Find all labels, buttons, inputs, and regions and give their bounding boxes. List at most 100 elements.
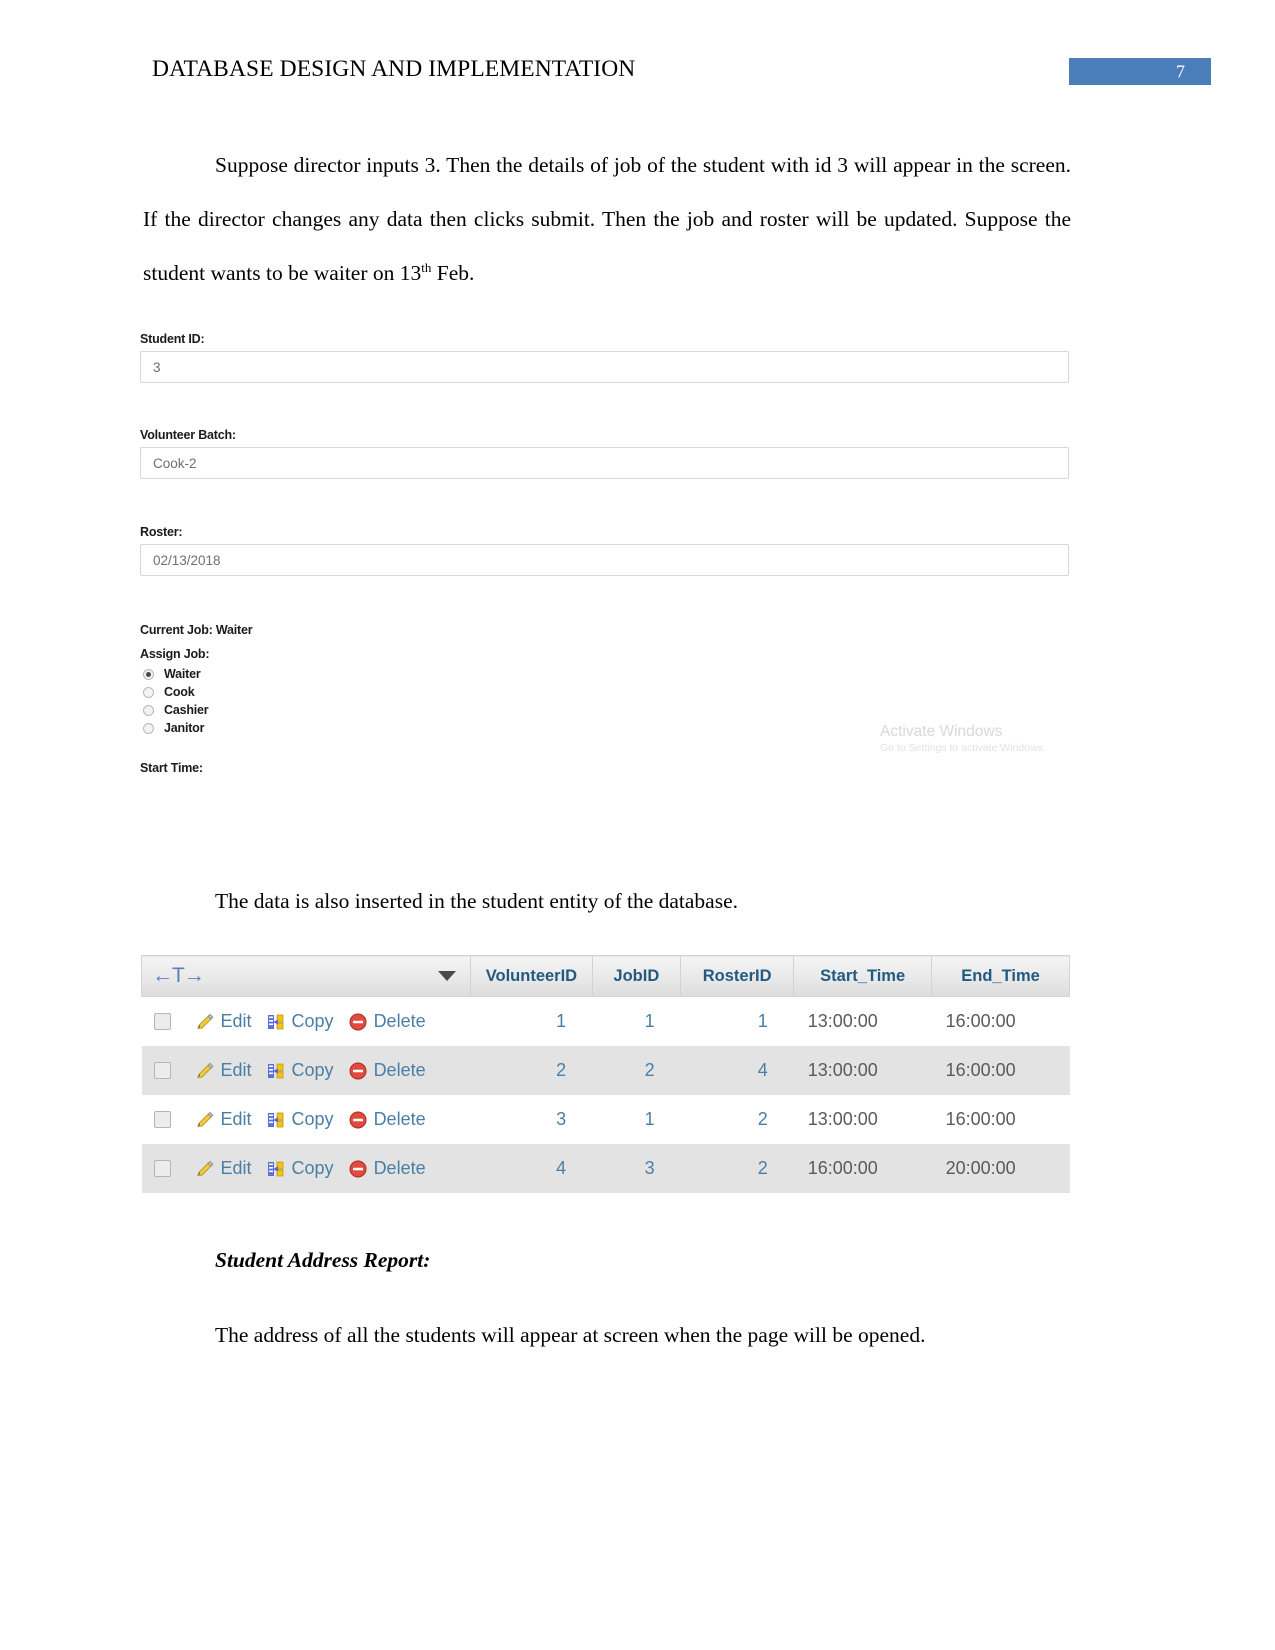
assign-job-radio-group: Waiter Cook Cashier Janitor [140,665,209,737]
volunteer-batch-input[interactable] [140,447,1069,479]
radio-label: Cashier [164,703,209,717]
radio-option-janitor[interactable]: Janitor [140,719,208,737]
delete-label: Delete [373,1011,426,1031]
edit-label: Edit [220,1158,252,1178]
copy-label: Copy [291,1109,334,1129]
delete-link[interactable]: Delete [348,1109,426,1130]
cell-end-time: 16:00:00 [931,996,1070,1046]
delete-icon [348,1159,368,1179]
delete-icon [348,1012,368,1032]
row-actions-cell: Edit Copy Delete [141,1046,471,1095]
row-actions-cell: Edit Copy Delete [141,1144,471,1193]
header-title: DATABASE DESIGN AND IMPLEMENTATION [152,56,636,82]
copy-label: Copy [291,1158,334,1178]
volunteer-batch-field-group: Volunteer Batch: [140,428,1071,479]
row-select-checkbox[interactable] [153,1062,171,1079]
address-note-paragraph: The address of all the students will app… [215,1323,926,1347]
intro-text-part1: Suppose director inputs 3. Then the deta… [143,153,1071,285]
student-id-input[interactable] [140,351,1069,383]
radio-option-cook[interactable]: Cook [140,683,208,701]
page-number: 7 [1176,61,1185,81]
table-header-row: ←T→ VolunteerID JobID RosterID Start_Tim… [140,955,1070,997]
edit-link[interactable]: Edit [195,1158,252,1179]
cell-volunteerid: 2 [470,1046,593,1095]
column-header-actions[interactable]: ←T→ [140,955,472,997]
row-select-checkbox[interactable] [153,1013,171,1030]
copy-icon [266,1061,286,1081]
navigation-arrows-icon[interactable]: ←T→ [152,964,205,987]
cell-jobid: 1 [592,1095,681,1144]
cell-volunteerid: 4 [470,1144,593,1193]
cell-start-time: 13:00:00 [793,1046,932,1095]
copy-icon [266,1159,286,1179]
column-header-jobid[interactable]: JobID [591,955,682,997]
cell-volunteerid: 1 [470,996,593,1046]
intro-paragraph: Suppose director inputs 3. Then the deta… [143,138,1071,300]
radio-icon[interactable] [143,704,154,716]
column-header-start-time[interactable]: Start_Time [793,955,933,997]
cell-rosterid: 1 [680,996,794,1046]
document-header: DATABASE DESIGN AND IMPLEMENTATION [152,52,1211,86]
pencil-icon [195,1061,215,1081]
cell-volunteerid: 3 [470,1095,593,1144]
page-number-badge: 7 [1069,58,1211,85]
column-header-rosterid[interactable]: RosterID [680,955,795,997]
copy-link[interactable]: Copy [266,1060,334,1081]
radio-icon[interactable] [143,668,154,680]
cell-start-time: 13:00:00 [793,996,932,1046]
delete-label: Delete [373,1158,426,1178]
column-header-end-time[interactable]: End_Time [931,955,1070,997]
copy-link[interactable]: Copy [266,1109,334,1130]
delete-link[interactable]: Delete [348,1060,426,1081]
cell-end-time: 16:00:00 [931,1046,1070,1095]
radio-label: Janitor [164,721,205,735]
edit-link[interactable]: Edit [195,1109,252,1130]
row-select-checkbox[interactable] [153,1111,171,1128]
copy-link[interactable]: Copy [266,1158,334,1179]
row-select-checkbox[interactable] [153,1160,171,1177]
delete-label: Delete [373,1109,426,1129]
edit-link[interactable]: Edit [195,1011,252,1032]
row-actions-cell: Edit Copy Delete [141,1095,471,1144]
table-row: Edit Copy Delete [141,1144,1070,1193]
cell-start-time: 16:00:00 [793,1144,932,1193]
table-row: Edit Copy Delete [141,1095,1070,1144]
radio-icon[interactable] [143,686,154,698]
volunteer-batch-label: Volunteer Batch: [140,428,236,442]
pencil-icon [195,1110,215,1130]
cell-end-time: 16:00:00 [931,1095,1070,1144]
radio-option-cashier[interactable]: Cashier [140,701,209,719]
cell-rosterid: 2 [680,1095,794,1144]
student-address-report-heading: Student Address Report: [215,1248,431,1272]
roster-input[interactable] [140,544,1069,576]
student-id-field-group: Student ID: [140,332,1071,383]
job-assignment-form: Student ID: Volunteer Batch: Roster: Cur… [140,326,1071,786]
column-header-volunteerid[interactable]: VolunteerID [470,955,593,997]
cell-jobid: 2 [592,1046,681,1095]
delete-icon [348,1061,368,1081]
intro-text-part2: Feb. [431,261,475,285]
assign-job-label: Assign Job: [140,647,210,661]
edit-label: Edit [220,1109,252,1129]
row-actions-cell: Edit Copy Delete [141,996,471,1046]
edit-label: Edit [220,1011,252,1031]
watermark-title: Activate Windows [880,723,1003,740]
table-body: Edit Copy Delete 1 1 1 13:00:00 16:00:00… [141,996,1070,1193]
phpmyadmin-results-table: ←T→ VolunteerID JobID RosterID Start_Tim… [140,955,1070,1193]
radio-option-waiter[interactable]: Waiter [140,665,208,683]
edit-link[interactable]: Edit [195,1060,252,1081]
activate-windows-watermark: Activate Windows Go to Settings to activ… [880,723,1046,755]
delete-icon [348,1110,368,1130]
delete-link[interactable]: Delete [348,1158,426,1179]
copy-label: Copy [291,1011,334,1031]
copy-label: Copy [291,1060,334,1080]
chevron-down-icon[interactable] [438,971,457,981]
copy-icon [266,1110,286,1130]
radio-icon[interactable] [143,722,154,734]
delete-link[interactable]: Delete [348,1011,426,1032]
roster-label: Roster: [140,525,183,539]
cell-jobid: 3 [592,1144,681,1193]
copy-link[interactable]: Copy [266,1011,334,1032]
roster-field-group: Roster: [140,525,1071,576]
table-row: Edit Copy Delete [141,996,1070,1046]
